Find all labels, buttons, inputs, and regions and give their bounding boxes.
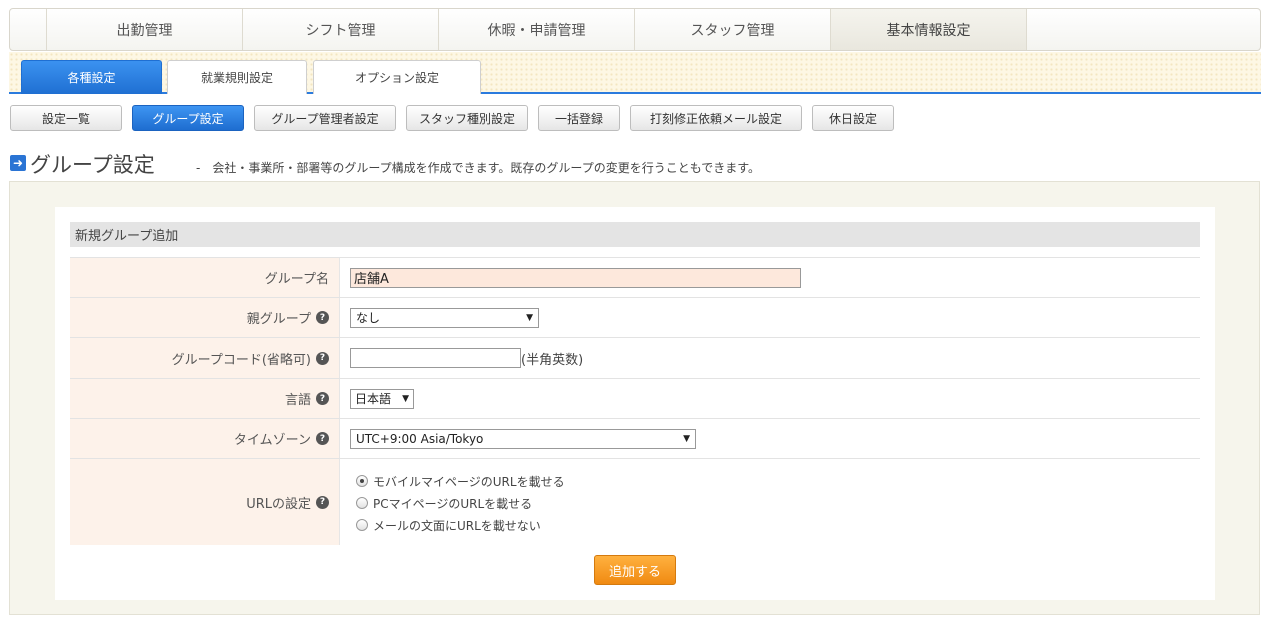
- tab-staff[interactable]: スタッフ管理: [635, 9, 831, 50]
- help-icon[interactable]: ?: [316, 351, 329, 365]
- page-description: - 会社・事業所・部署等のグループ構成を作成できます。既存のグループの変更を行う…: [196, 161, 761, 175]
- url-option-label: メールの文面にURLを載せない: [373, 518, 541, 533]
- parent-group-select[interactable]: なし ▼: [350, 307, 539, 328]
- section-header: 新規グループ追加: [70, 222, 1200, 247]
- timezone-label-text: タイムゾーン: [233, 433, 311, 448]
- group-name-cell: [340, 258, 1200, 297]
- page-title: グループ設定: [30, 153, 155, 177]
- tab-leave-requests[interactable]: 休暇・申請管理: [439, 9, 635, 50]
- url-option-none[interactable]: メールの文面にURLを載せない: [356, 517, 565, 534]
- help-icon[interactable]: ?: [316, 432, 329, 445]
- main-nav: 出勤管理 シフト管理 休暇・申請管理 スタッフ管理 基本情報設定: [9, 8, 1261, 51]
- group-code-hint: (半角英数): [521, 352, 584, 368]
- group-code-label: グループコード(省略可) ?: [70, 338, 340, 378]
- help-icon[interactable]: ?: [316, 311, 329, 324]
- subtab-options[interactable]: オプション設定: [313, 60, 481, 94]
- help-icon[interactable]: ?: [316, 392, 329, 405]
- row-url-setting: URLの設定 ? モバイルマイページのURLを載せる PCマイページのURLを載…: [70, 458, 1200, 545]
- timezone-selected: UTC+9:00 Asia/Tokyo: [356, 431, 484, 446]
- language-select[interactable]: 日本語 ▼: [350, 388, 414, 409]
- bulk-register-button[interactable]: 一括登録: [538, 105, 620, 131]
- parent-group-selected: なし: [356, 311, 381, 325]
- url-setting-cell: モバイルマイページのURLを載せる PCマイページのURLを載せる メールの文面…: [340, 459, 1200, 545]
- main-nav-filler: [1027, 9, 1260, 50]
- url-setting-radio-group: モバイルマイページのURLを載せる PCマイページのURLを載せる メールの文面…: [356, 471, 565, 534]
- timezone-label: タイムゾーン ?: [70, 419, 340, 458]
- parent-group-cell: なし ▼: [340, 298, 1200, 337]
- row-language: 言語 ? 日本語 ▼: [70, 378, 1200, 418]
- group-settings-button[interactable]: グループ設定: [132, 105, 244, 131]
- parent-group-label: 親グループ ?: [70, 298, 340, 337]
- settings-list-button[interactable]: 設定一覧: [10, 105, 122, 131]
- group-code-cell: (半角英数): [340, 338, 1200, 378]
- group-name-input[interactable]: [350, 267, 801, 288]
- main-nav-spacer: [10, 9, 47, 50]
- radio-button[interactable]: [356, 475, 368, 487]
- tab-attendance[interactable]: 出勤管理: [47, 9, 243, 50]
- chevron-down-icon: ▼: [402, 393, 409, 404]
- subtab-work-rules[interactable]: 就業規則設定: [167, 60, 307, 94]
- group-name-label-text: グループ名: [264, 272, 329, 287]
- row-group-name: グループ名: [70, 257, 1200, 297]
- sub-nav: 各種設定 就業規則設定 オプション設定: [9, 52, 1261, 94]
- timezone-cell: UTC+9:00 Asia/Tokyo ▼: [340, 419, 1200, 458]
- chevron-down-icon: ▼: [526, 312, 533, 323]
- group-name-label: グループ名: [70, 258, 340, 297]
- language-label-text: 言語: [284, 393, 311, 408]
- tab-shift[interactable]: シフト管理: [243, 9, 439, 50]
- timezone-select[interactable]: UTC+9:00 Asia/Tokyo ▼: [350, 428, 696, 449]
- group-admin-settings-button[interactable]: グループ管理者設定: [254, 105, 396, 131]
- radio-button[interactable]: [356, 519, 368, 531]
- radio-button[interactable]: [356, 497, 368, 509]
- language-selected: 日本語: [355, 392, 392, 406]
- group-code-label-text: グループコード(省略可): [171, 352, 311, 368]
- url-setting-label: URLの設定 ?: [70, 459, 340, 545]
- url-option-mobile[interactable]: モバイルマイページのURLを載せる: [356, 473, 565, 490]
- url-option-pc[interactable]: PCマイページのURLを載せる: [356, 495, 565, 512]
- language-label: 言語 ?: [70, 379, 340, 418]
- row-timezone: タイムゾーン ? UTC+9:00 Asia/Tokyo ▼: [70, 418, 1200, 458]
- help-icon[interactable]: ?: [316, 495, 329, 509]
- chevron-down-icon: ▼: [683, 433, 690, 444]
- staff-type-settings-button[interactable]: スタッフ種別設定: [406, 105, 528, 131]
- row-group-code: グループコード(省略可) ? (半角英数): [70, 337, 1200, 378]
- url-option-label: PCマイページのURLを載せる: [373, 496, 533, 511]
- url-setting-label-text: URLの設定: [246, 496, 311, 512]
- tab-basic-settings[interactable]: 基本情報設定: [831, 9, 1027, 50]
- url-option-label: モバイルマイページのURLを載せる: [373, 474, 565, 489]
- parent-group-label-text: 親グループ: [246, 312, 311, 327]
- subtab-various-settings[interactable]: 各種設定: [21, 60, 162, 94]
- arrow-right-icon: ➜: [10, 155, 26, 171]
- add-group-button[interactable]: 追加する: [594, 555, 676, 585]
- group-code-input[interactable]: [350, 348, 521, 368]
- punch-correction-mail-button[interactable]: 打刻修正依頼メール設定: [630, 105, 802, 131]
- row-parent-group: 親グループ ? なし ▼: [70, 297, 1200, 337]
- holiday-settings-button[interactable]: 休日設定: [812, 105, 894, 131]
- language-cell: 日本語 ▼: [340, 379, 1200, 418]
